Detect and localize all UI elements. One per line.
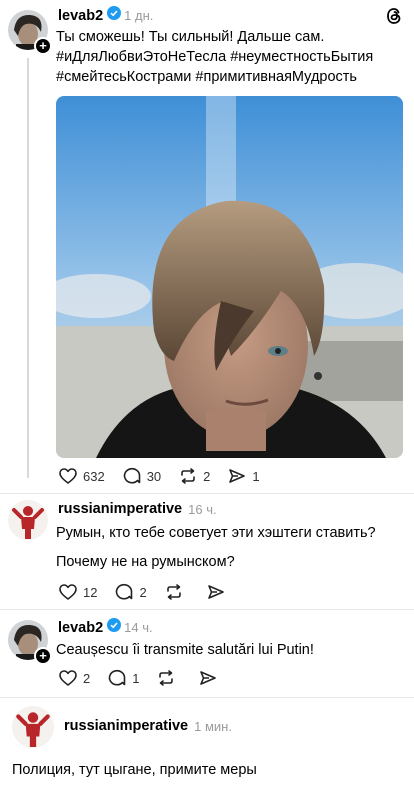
reply1-line1: Румын, кто тебе советует эти хэштеги ста… [56, 525, 376, 541]
share-count: 1 [252, 468, 260, 484]
repost-icon [181, 468, 195, 484]
divider [0, 697, 414, 698]
like-count: 632 [83, 468, 105, 484]
verified-badge-icon [107, 618, 122, 637]
reply1-actions: 12 2 [58, 582, 248, 602]
post-photo[interactable] [56, 96, 403, 458]
repost-icon [159, 670, 174, 686]
follow-plus-icon[interactable]: + [34, 647, 52, 665]
follow-plus-icon[interactable]: + [34, 37, 52, 55]
like-count: 12 [83, 584, 98, 600]
divider [0, 493, 414, 494]
reply1-text: Румын, кто тебе советует эти хэштеги ста… [56, 523, 406, 572]
post-actions: 632 30 2 1 [58, 466, 277, 486]
comment-button[interactable]: 30 [122, 466, 161, 486]
repost-button[interactable] [164, 582, 189, 602]
reply1-header: russianimperative 16 ч. [58, 501, 217, 517]
post-line: Ты сможешь! Ты сильный! Дальше сам. [56, 29, 325, 45]
repost-icon [166, 584, 181, 600]
like-button[interactable]: 2 [58, 668, 90, 688]
comment-button[interactable]: 1 [107, 668, 139, 688]
heart-icon [59, 670, 77, 686]
share-button[interactable] [198, 668, 223, 688]
repost-count: 2 [203, 468, 211, 484]
repost-button[interactable] [156, 668, 181, 688]
reply1-line2: Почему не на румынском? [56, 554, 235, 570]
share-button[interactable] [206, 582, 231, 602]
reply2-text: Ceaușescu îi transmite salutări lui Puti… [56, 642, 314, 658]
post-hashtags[interactable]: #иДляЛюбвиЭтоНеТесла #неуместностьБытия [56, 47, 406, 67]
like-button[interactable]: 632 [58, 466, 105, 486]
repost-button[interactable]: 2 [178, 466, 210, 486]
comment-icon [123, 468, 141, 484]
comment-icon [116, 584, 133, 600]
post-text: Ты сможешь! Ты сильный! Дальше сам. #иДл… [56, 27, 406, 87]
share-icon [229, 469, 246, 483]
comment-icon [108, 670, 126, 686]
post-hashtags[interactable]: #смейтесьКострами #примитивнаяМудрость [56, 67, 406, 87]
reply2-actions: 2 1 [58, 668, 240, 688]
share-icon [200, 671, 217, 685]
post-header: levab2 1 дн. [58, 6, 153, 25]
heart-icon [59, 468, 77, 484]
divider [0, 609, 414, 610]
heart-icon [59, 584, 77, 600]
reply1-username[interactable]: russianimperative [58, 501, 182, 517]
comment-count: 2 [139, 584, 147, 600]
comment-count: 30 [146, 468, 162, 484]
thread-line [27, 58, 29, 478]
post-time: 1 дн. [124, 8, 154, 23]
post-username[interactable]: levab2 [58, 8, 103, 24]
reply2-time: 14 ч. [124, 620, 153, 635]
reply3-time: 1 мин. [194, 718, 232, 734]
verified-badge-icon [107, 6, 122, 25]
like-button[interactable]: 12 [58, 582, 97, 602]
share-icon [207, 585, 224, 599]
comment-button[interactable]: 2 [114, 582, 147, 602]
reply3-text: Полиция, тут цыгане, примите меры [12, 762, 257, 778]
comment-count: 1 [132, 670, 140, 686]
reply2-username[interactable]: levab2 [58, 620, 103, 636]
reply3-username[interactable]: russianimperative [64, 718, 188, 734]
threads-logo-icon[interactable] [384, 6, 404, 26]
reply1-time: 16 ч. [188, 501, 217, 517]
reply3-header: russianimperative 1 мин. [64, 718, 232, 734]
like-count: 2 [83, 670, 91, 686]
avatar-russianimperative[interactable] [8, 500, 48, 540]
reply2-header: levab2 14 ч. [58, 618, 153, 637]
share-button[interactable]: 1 [227, 466, 260, 486]
avatar-russianimperative[interactable] [12, 706, 54, 748]
